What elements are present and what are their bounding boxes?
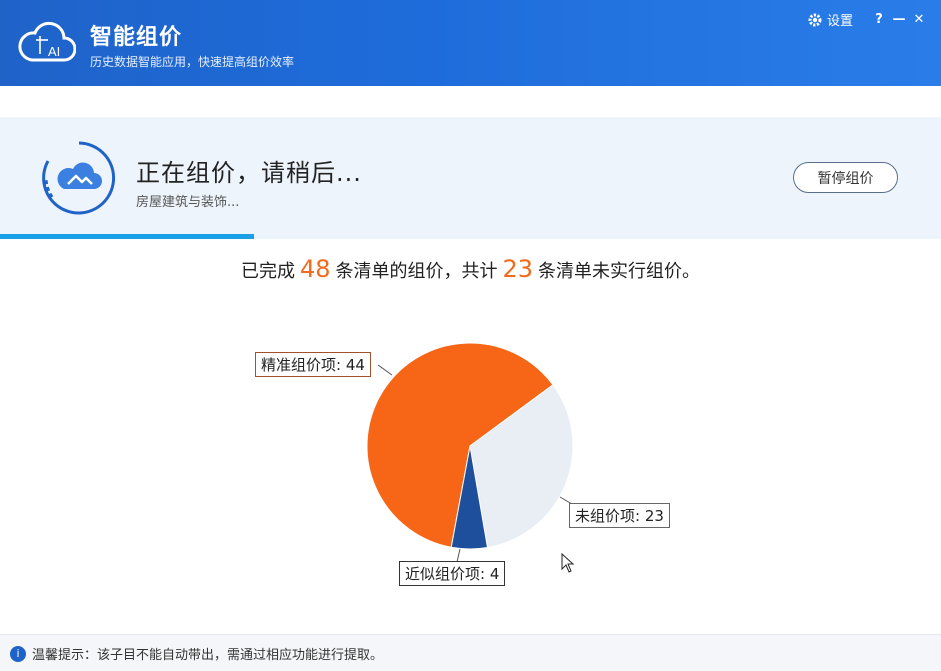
pie-label-approx: 近似组价项: 4 — [399, 561, 506, 586]
smart-pricing-window: AI 智能组价 历史数据智能应用，快速提高组价效率 设置 ? — ✕ 正在组价，… — [0, 0, 941, 671]
pie-label-precise: 精准组价项: 44 — [255, 352, 371, 377]
leader-line-precise — [377, 364, 393, 376]
pie-label-unpriced: 未组价项: 23 — [569, 503, 670, 528]
footer-bar: i 温馨提示：该子目不能自动带出，需通过相应功能进行提取。 — [0, 634, 941, 671]
info-icon: i — [10, 645, 26, 662]
mouse-cursor-icon — [561, 553, 575, 573]
footer-message: 温馨提示：该子目不能自动带出，需通过相应功能进行提取。 — [32, 648, 384, 663]
